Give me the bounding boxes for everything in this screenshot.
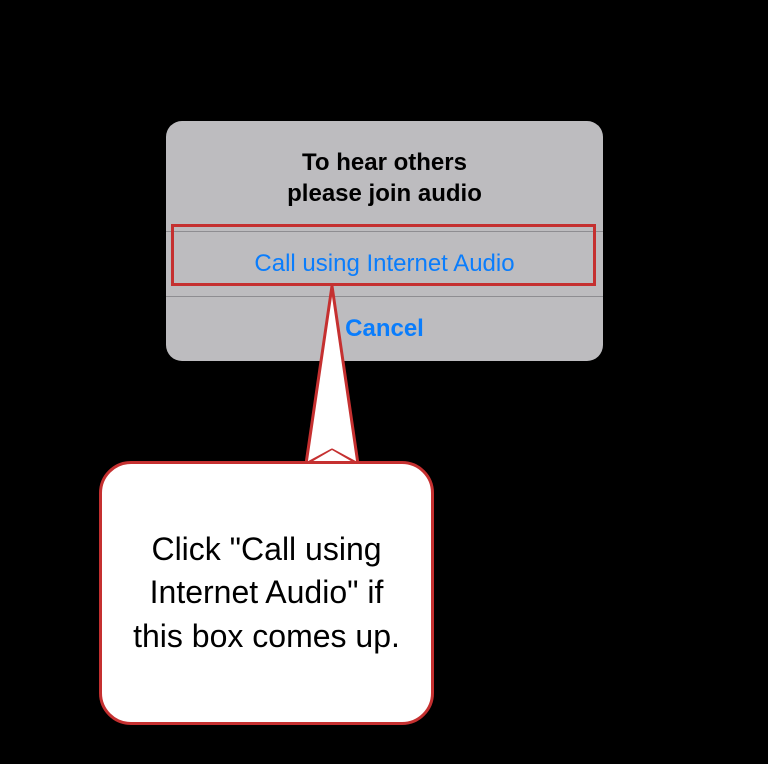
dialog-header: To hear others please join audio [166,121,603,231]
audio-join-dialog: To hear others please join audio Call us… [166,121,603,361]
dialog-title: To hear others please join audio [186,147,583,209]
call-internet-audio-button[interactable]: Call using Internet Audio [166,232,603,296]
annotation-callout-text: Click "Call using Internet Audio" if thi… [130,528,403,658]
cancel-button[interactable]: Cancel [166,297,603,361]
cancel-label: Cancel [345,315,424,343]
annotation-callout-bubble: Click "Call using Internet Audio" if thi… [99,461,434,725]
call-internet-audio-label: Call using Internet Audio [254,250,514,278]
